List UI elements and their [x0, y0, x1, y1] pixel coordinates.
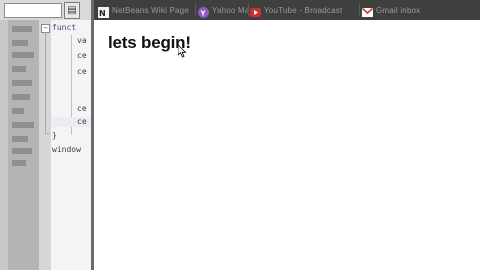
code-line: } [52, 131, 57, 140]
code-line: window [52, 145, 81, 154]
bookmark-separator [248, 4, 249, 16]
tree-item[interactable] [12, 40, 28, 46]
bookmark-label: Gmail inbox [376, 5, 421, 15]
youtube-icon [250, 5, 261, 17]
code-editor-window: ▤ − funct va ce ce ce ce } window [0, 0, 91, 270]
code-line-current: ce [51, 117, 91, 127]
fold-guide-line [45, 32, 46, 134]
bookmark-gmail[interactable]: Gmail inbox [361, 0, 422, 20]
tree-item[interactable] [12, 136, 28, 142]
svg-text:Y: Y [200, 9, 207, 17]
tree-item[interactable] [12, 52, 34, 58]
tree-item[interactable] [12, 26, 32, 32]
browser-page-content: lets begin! [94, 20, 480, 270]
tree-item[interactable] [12, 94, 30, 100]
tree-item[interactable] [12, 148, 32, 154]
mouse-cursor-icon [178, 45, 187, 58]
code-line: ce [77, 51, 87, 60]
tree-item[interactable] [12, 108, 24, 114]
tree-item[interactable] [12, 160, 26, 166]
bookmark-label: NetBeans Wiki Page [112, 5, 189, 15]
bookmark-youtube[interactable]: YouTube - Broadcast [250, 0, 358, 20]
project-tree-panel[interactable] [8, 20, 39, 270]
code-line: va [77, 36, 87, 45]
nb-icon: N [98, 5, 109, 18]
code-line: ce [77, 104, 87, 113]
bookmark-separator [195, 4, 196, 16]
tree-item[interactable] [12, 66, 26, 72]
bookmark-netbeans[interactable]: N NetBeans Wiki Page [98, 0, 194, 20]
editor-search-input[interactable] [4, 3, 62, 18]
svg-text:N: N [99, 9, 106, 18]
y-icon: Y [198, 5, 209, 18]
tree-item[interactable] [12, 80, 32, 86]
bookmark-separator [359, 4, 360, 16]
fold-guide-end [45, 133, 49, 134]
editor-toolbar: ▤ [0, 0, 91, 20]
bookmark-yahoo[interactable]: Y Yahoo Mail link [198, 0, 248, 20]
bookmark-label: YouTube - Broadcast [264, 5, 343, 15]
bookmark-label: Yahoo Mail link [212, 5, 248, 15]
bookmarks-bar: N NetBeans Wiki Page Y Yahoo Mail link Y… [94, 0, 480, 20]
code-line: ce [77, 67, 87, 76]
code-text-area[interactable]: funct va ce ce ce ce } window [51, 20, 91, 270]
code-line: funct [52, 23, 77, 32]
gmail-icon [361, 5, 374, 17]
panel-icon: ▤ [67, 5, 77, 16]
panel-toggle-button[interactable]: ▤ [64, 2, 80, 19]
tree-item[interactable] [12, 122, 34, 128]
